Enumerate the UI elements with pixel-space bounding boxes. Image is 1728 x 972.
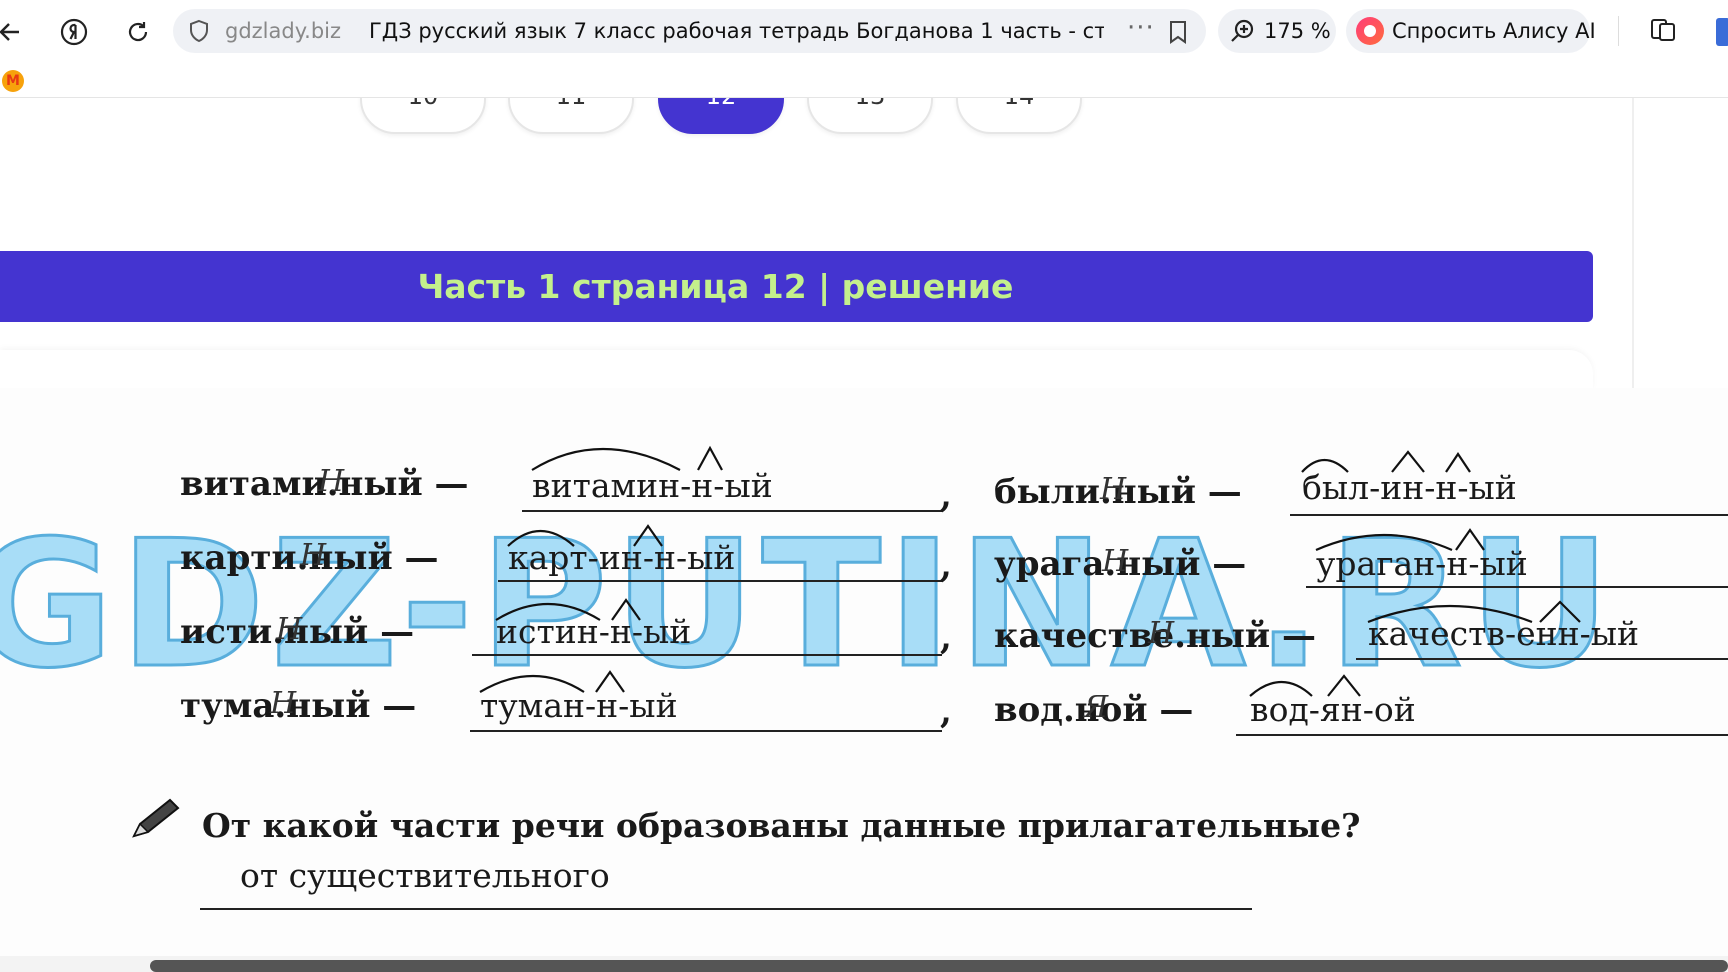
suffix-mark bbox=[1539, 600, 1581, 623]
horizontal-scrollbar-thumb[interactable] bbox=[150, 960, 1728, 972]
suffix-mark bbox=[1391, 450, 1425, 473]
yandex-logo-icon bbox=[60, 18, 88, 46]
root-arc bbox=[1301, 458, 1349, 473]
reload-button[interactable] bbox=[118, 12, 158, 52]
root-arc bbox=[495, 603, 601, 621]
back-arrow-icon bbox=[0, 23, 19, 41]
suffix-mark bbox=[1445, 452, 1471, 473]
page-title: ГДЗ русский язык 7 класс рабочая тетрадь… bbox=[369, 19, 1104, 43]
banner-title: Часть 1 страница 12 | решение bbox=[417, 267, 1014, 306]
browser-toolbar: gdzlady.biz ГДЗ русский язык 7 класс раб… bbox=[0, 0, 1728, 60]
zoom-level: 175 % bbox=[1264, 19, 1331, 43]
answer-text: от существительного bbox=[240, 856, 610, 895]
toolbar-divider bbox=[1618, 16, 1619, 46]
page-button-14[interactable]: 14 bbox=[956, 98, 1082, 134]
reload-icon bbox=[128, 22, 148, 42]
root-arc bbox=[479, 675, 585, 693]
root-arc bbox=[1315, 533, 1453, 552]
page-button-11[interactable]: 11 bbox=[508, 98, 634, 134]
suffix-mark bbox=[697, 445, 723, 471]
url-domain: gdzlady.biz bbox=[225, 19, 342, 43]
extension-icon[interactable] bbox=[1716, 18, 1728, 46]
page-content: 10 11 12 13 14 Часть 1 страница 12 | реш… bbox=[0, 98, 1728, 972]
ask-alice-button[interactable]: Спросить Алису AI bbox=[1346, 9, 1596, 53]
site-favicon-icon[interactable]: М bbox=[2, 70, 24, 92]
pencil-icon bbox=[132, 798, 180, 838]
page-button-13[interactable]: 13 bbox=[807, 98, 933, 134]
page-button-12[interactable]: 12 bbox=[658, 98, 784, 134]
suffix-mark bbox=[1455, 528, 1485, 551]
root-arc bbox=[507, 529, 575, 547]
solution-card bbox=[0, 350, 1593, 390]
worksheet-image: GDZ-PUTINA.RU витами.ный — витамин-н-ый … bbox=[0, 388, 1728, 968]
morpheme-marks bbox=[479, 445, 1581, 697]
suffix-mark bbox=[1327, 674, 1361, 697]
answer-line bbox=[200, 908, 1252, 910]
more-icon[interactable]: ··· bbox=[1127, 13, 1155, 43]
shield-icon[interactable] bbox=[187, 19, 211, 43]
solution-banner: Часть 1 страница 12 | решение bbox=[0, 251, 1593, 322]
back-button[interactable] bbox=[0, 12, 30, 52]
bookmarks-bar bbox=[0, 60, 1728, 98]
zoom-indicator[interactable]: 175 % bbox=[1218, 9, 1336, 53]
suffix-mark bbox=[611, 598, 641, 621]
root-arc bbox=[531, 448, 681, 471]
suffix-mark bbox=[633, 524, 663, 547]
zoom-in-icon bbox=[1231, 19, 1254, 42]
question-text: От какой части речи образованы данные пр… bbox=[202, 806, 1361, 845]
suffix-mark bbox=[595, 670, 625, 693]
alice-icon bbox=[1356, 17, 1384, 45]
bookmark-icon[interactable] bbox=[1167, 19, 1189, 45]
yandex-home-button[interactable] bbox=[54, 12, 94, 52]
column-divider bbox=[1632, 98, 1634, 388]
root-arc bbox=[1367, 604, 1533, 624]
page-button-10[interactable]: 10 bbox=[360, 98, 486, 134]
root-arc bbox=[1249, 681, 1313, 697]
ask-alice-label: Спросить Алису AI bbox=[1392, 19, 1596, 43]
side-panel-icon[interactable] bbox=[1648, 14, 1678, 44]
address-bar[interactable]: gdzlady.biz ГДЗ русский язык 7 класс раб… bbox=[173, 9, 1206, 53]
